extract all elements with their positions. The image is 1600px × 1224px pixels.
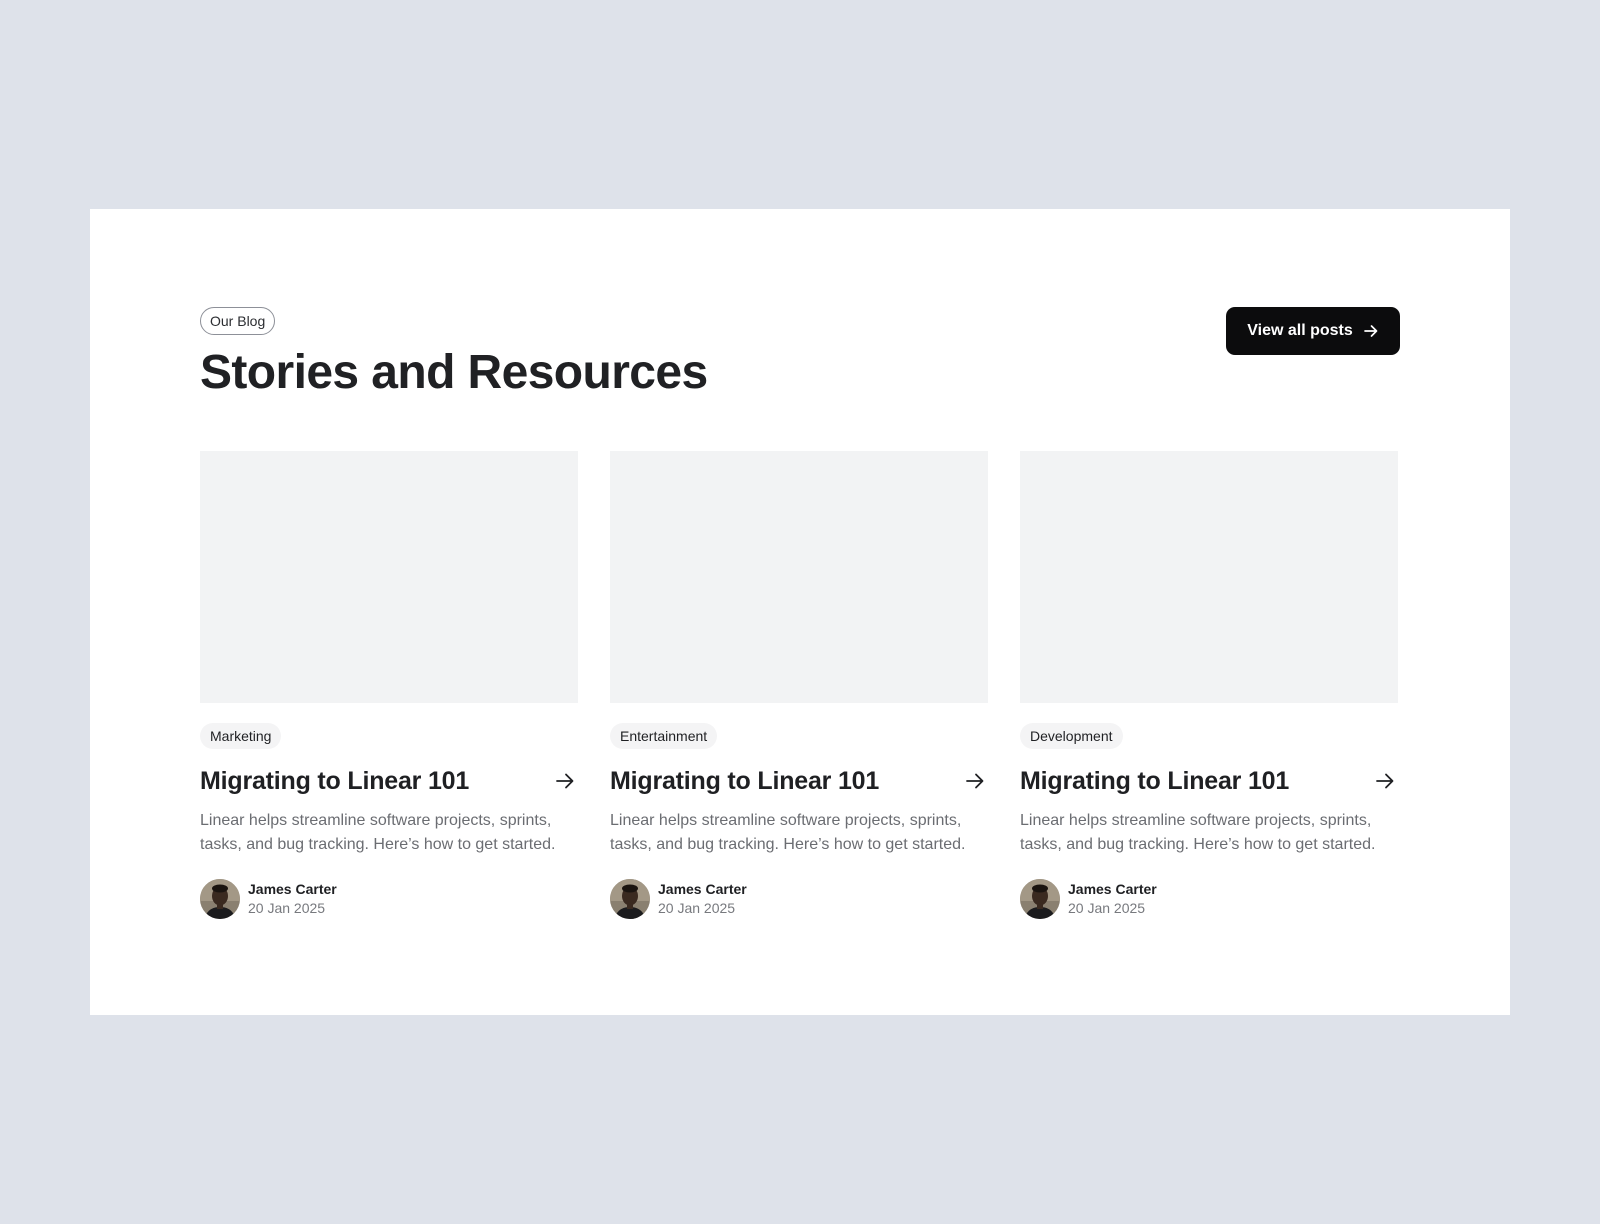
- post-title-row: Migrating to Linear 101: [610, 765, 988, 797]
- post-category-tag[interactable]: Entertainment: [610, 723, 718, 749]
- post-title[interactable]: Migrating to Linear 101: [1020, 767, 1289, 796]
- arrow-right-icon[interactable]: [1374, 770, 1396, 792]
- post-card[interactable]: Entertainment Migrating to Linear 101 Li…: [610, 451, 988, 919]
- avatar: [1020, 879, 1060, 919]
- post-author: James Carter 20 Jan 2025: [200, 879, 578, 919]
- author-name: James Carter: [1068, 881, 1157, 897]
- post-card[interactable]: Development Migrating to Linear 101 Line…: [1020, 451, 1398, 919]
- author-meta: James Carter 20 Jan 2025: [1068, 880, 1157, 918]
- post-author: James Carter 20 Jan 2025: [1020, 879, 1398, 919]
- post-date: 20 Jan 2025: [658, 900, 736, 916]
- arrow-right-icon[interactable]: [964, 770, 986, 792]
- post-title-row: Migrating to Linear 101: [1020, 765, 1398, 797]
- post-thumbnail[interactable]: [200, 451, 578, 703]
- avatar: [610, 879, 650, 919]
- section-title: Stories and Resources: [200, 346, 708, 399]
- arrow-right-icon: [1363, 323, 1379, 339]
- section-eyebrow-badge: Our Blog: [200, 307, 276, 335]
- post-thumbnail[interactable]: [1020, 451, 1398, 703]
- author-meta: James Carter 20 Jan 2025: [658, 880, 747, 918]
- post-thumbnail[interactable]: [610, 451, 988, 703]
- arrow-right-icon[interactable]: [554, 770, 576, 792]
- post-excerpt: Linear helps streamline software project…: [200, 812, 556, 853]
- author-meta: James Carter 20 Jan 2025: [248, 880, 337, 918]
- post-excerpt: Linear helps streamline software project…: [1020, 812, 1376, 853]
- avatar: [200, 879, 240, 919]
- author-name: James Carter: [658, 881, 747, 897]
- post-title[interactable]: Migrating to Linear 101: [610, 767, 879, 796]
- post-date: 20 Jan 2025: [248, 900, 326, 916]
- post-category-tag[interactable]: Marketing: [200, 723, 282, 749]
- author-name: James Carter: [248, 881, 337, 897]
- post-card-list: Marketing Migrating to Linear 101 Linear…: [200, 451, 1400, 919]
- post-card[interactable]: Marketing Migrating to Linear 101 Linear…: [200, 451, 578, 919]
- post-title[interactable]: Migrating to Linear 101: [200, 767, 469, 796]
- post-author: James Carter 20 Jan 2025: [610, 879, 988, 919]
- view-all-posts-label: View all posts: [1247, 322, 1353, 339]
- post-category-tag[interactable]: Development: [1020, 723, 1123, 749]
- view-all-posts-button[interactable]: View all posts: [1226, 307, 1400, 355]
- section-header: Our Blog Stories and Resources View all …: [200, 307, 1400, 407]
- post-excerpt: Linear helps streamline software project…: [610, 812, 966, 853]
- post-date: 20 Jan 2025: [1068, 900, 1146, 916]
- blog-section: Our Blog Stories and Resources View all …: [90, 209, 1510, 1015]
- post-title-row: Migrating to Linear 101: [200, 765, 578, 797]
